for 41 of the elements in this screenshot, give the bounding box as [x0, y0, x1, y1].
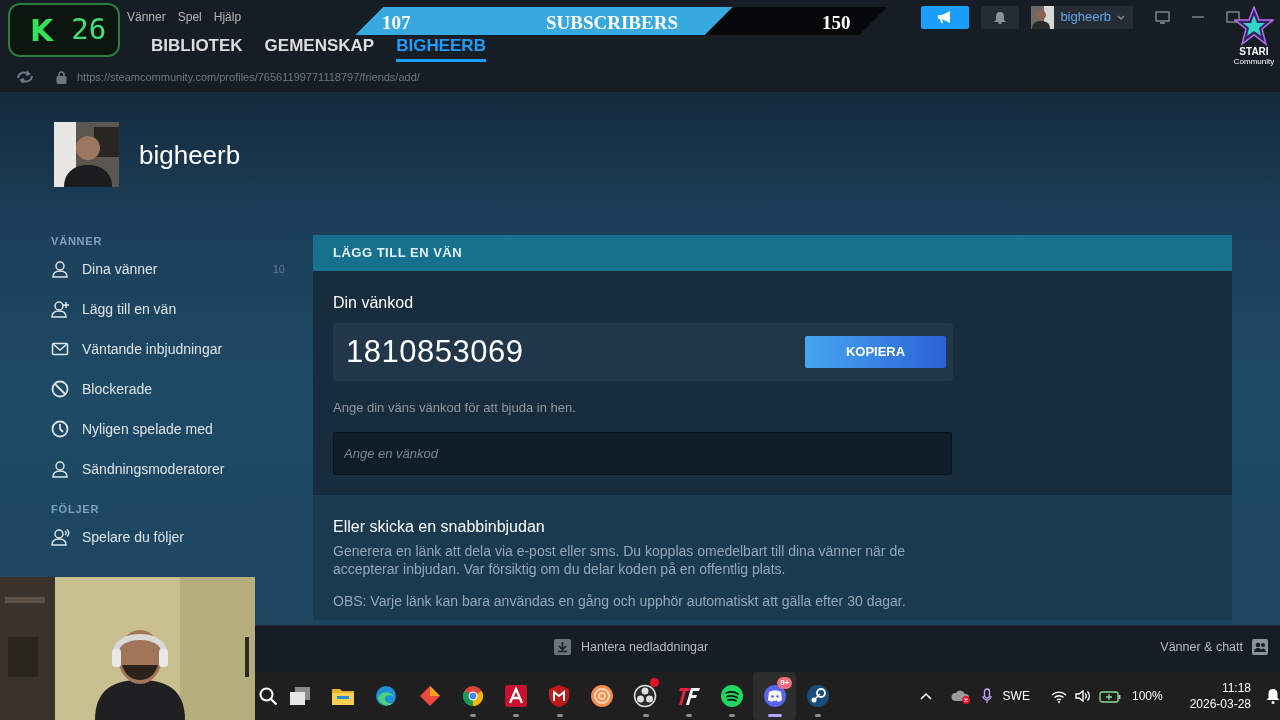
goal-label: SUBSCRIBERS: [546, 11, 678, 35]
section-heading: Eller skicka en snabbinbjudan: [333, 516, 546, 537]
nav-tab[interactable]: BIBLIOTEK: [151, 33, 243, 62]
friend-code-input[interactable]: Ange en vänkod: [333, 431, 952, 475]
code-label: Din vänkod: [333, 293, 415, 313]
description-text: Generera en länk att dela via e-post eller sms. Du kopplas omedelbart till dina vänner när de accepterar inbjudan. Var försiktig om du delar koden på en offentlig plats.: [333, 541, 906, 578]
profile-name: bigheerb: [139, 139, 241, 172]
sidebar-item[interactable]: Blockerade: [50, 369, 313, 409]
k-logo: K: [30, 11, 54, 50]
panel-header: LÄGG TILL EN VÄN: [313, 235, 1232, 271]
clock-time[interactable]: 11:18: [1221, 680, 1252, 696]
nav-tab[interactable]: GEMENSKAP: [264, 33, 375, 62]
friend-code: 1810853069: [346, 332, 524, 371]
friends-chat-button[interactable]: Vänner & chatt: [1160, 637, 1268, 657]
sidebar-item[interactable]: Spelare du följer: [50, 517, 313, 557]
counter-value: 26: [71, 11, 107, 49]
language-indicator[interactable]: SWE: [1002, 687, 1030, 705]
note-text: OBS: Varje länk kan bara användas en gång och upphör automatiskt att gälla efter 30 dagar.: [333, 591, 907, 610]
user-menu[interactable]: bigheerb: [1031, 5, 1133, 29]
sidebar-item[interactable]: Väntande inbjudningar: [50, 329, 313, 369]
clock-date[interactable]: 2026-03-28: [1189, 696, 1252, 712]
sidebar-item[interactable]: Sändningsmoderatorer: [50, 449, 313, 489]
section-title: VÄNNER: [51, 234, 104, 249]
goal-current: 107: [382, 11, 411, 35]
sidebar-item[interactable]: Dina vänner 10: [50, 249, 313, 289]
logo-name: STARI: [1239, 46, 1269, 57]
menu-item[interactable]: Spel: [177, 8, 202, 26]
url-text: https://steamcommunity.com/profiles/76561199771118797/friends/add/: [77, 69, 420, 85]
section-title: FÖLJER: [51, 502, 101, 517]
sidebar-item[interactable]: Lägg till en vän: [50, 289, 313, 329]
friend-count: 10: [272, 261, 285, 277]
downloads-button[interactable]: Hantera nedladdningar: [554, 637, 709, 657]
sidebar-item[interactable]: Nyligen spelade med: [50, 409, 313, 449]
notification-badge: 9+: [777, 677, 793, 689]
battery-percent: 100%: [1131, 688, 1163, 705]
menu-item[interactable]: Vänner: [127, 8, 166, 26]
hint-text: Ange din väns vänkod för att bjuda in hen.: [333, 399, 577, 417]
goal-target: 150: [822, 11, 851, 35]
logo-tagline: Community: [1233, 57, 1275, 66]
copy-button[interactable]: KOPIERA: [805, 336, 946, 368]
menu-item[interactable]: Hjälp: [213, 8, 242, 26]
